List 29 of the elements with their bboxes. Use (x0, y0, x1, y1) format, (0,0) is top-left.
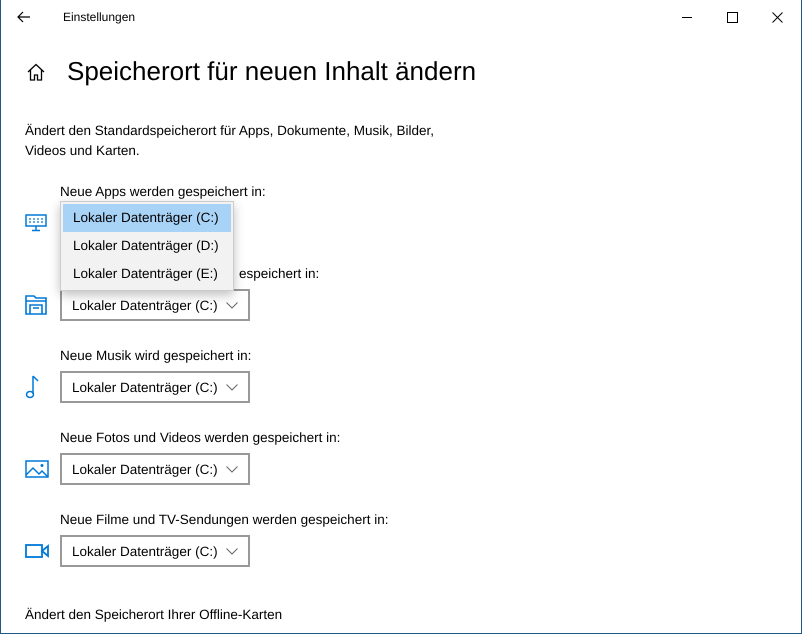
setting-label: Neue Filme und TV-Sendungen werden gespeichert in: (60, 512, 388, 527)
folder-icon (25, 295, 47, 315)
dropdown-option[interactable]: Lokaler Datenträger (D:) (63, 232, 231, 260)
window-title: Einstellungen (63, 10, 136, 24)
maximize-icon[interactable] (727, 12, 738, 22)
chevron-down-icon (226, 384, 238, 390)
setting-label: Neue Musik wird gespeichert in: (60, 348, 252, 363)
image-icon (25, 460, 49, 478)
close-icon[interactable] (772, 12, 783, 22)
chevron-down-icon (226, 466, 238, 472)
chevron-down-icon (226, 302, 238, 308)
setting-label: Neue Fotos und Videos werden gespeichert in: (60, 430, 340, 445)
setting-label: Neue Apps werden gespeichert in: (60, 184, 266, 199)
back-arrow-icon[interactable] (17, 11, 31, 23)
drive-dropdown[interactable]: Lokaler Datenträger (C:) (60, 535, 250, 567)
description-text: Ändert den Standardspeicherort für Apps, Dokumente, Musik, Bilder, Videos und Karten. (25, 122, 435, 160)
video-camera-icon (25, 544, 49, 558)
monitor-icon (25, 214, 47, 232)
drive-dropdown[interactable]: Lokaler Datenträger (C:) (60, 453, 250, 485)
dropdown-option[interactable]: Lokaler Datenträger (E:) (63, 260, 231, 288)
setting-label: espeichert in: (239, 266, 320, 281)
drive-dropdown[interactable]: Lokaler Datenträger (C:) (60, 289, 250, 321)
music-note-icon (25, 375, 41, 399)
drive-dropdown[interactable]: Lokaler Datenträger (C:) (60, 371, 250, 403)
chevron-down-icon (226, 548, 238, 554)
dropdown-option[interactable]: Lokaler Datenträger (C:) (63, 204, 231, 232)
section-text: Ändert den Speicherort Ihrer Offline-Karten (25, 607, 284, 622)
page-title: Speicherort für neuen Inhalt ändern (67, 56, 476, 87)
home-icon[interactable] (27, 62, 45, 80)
